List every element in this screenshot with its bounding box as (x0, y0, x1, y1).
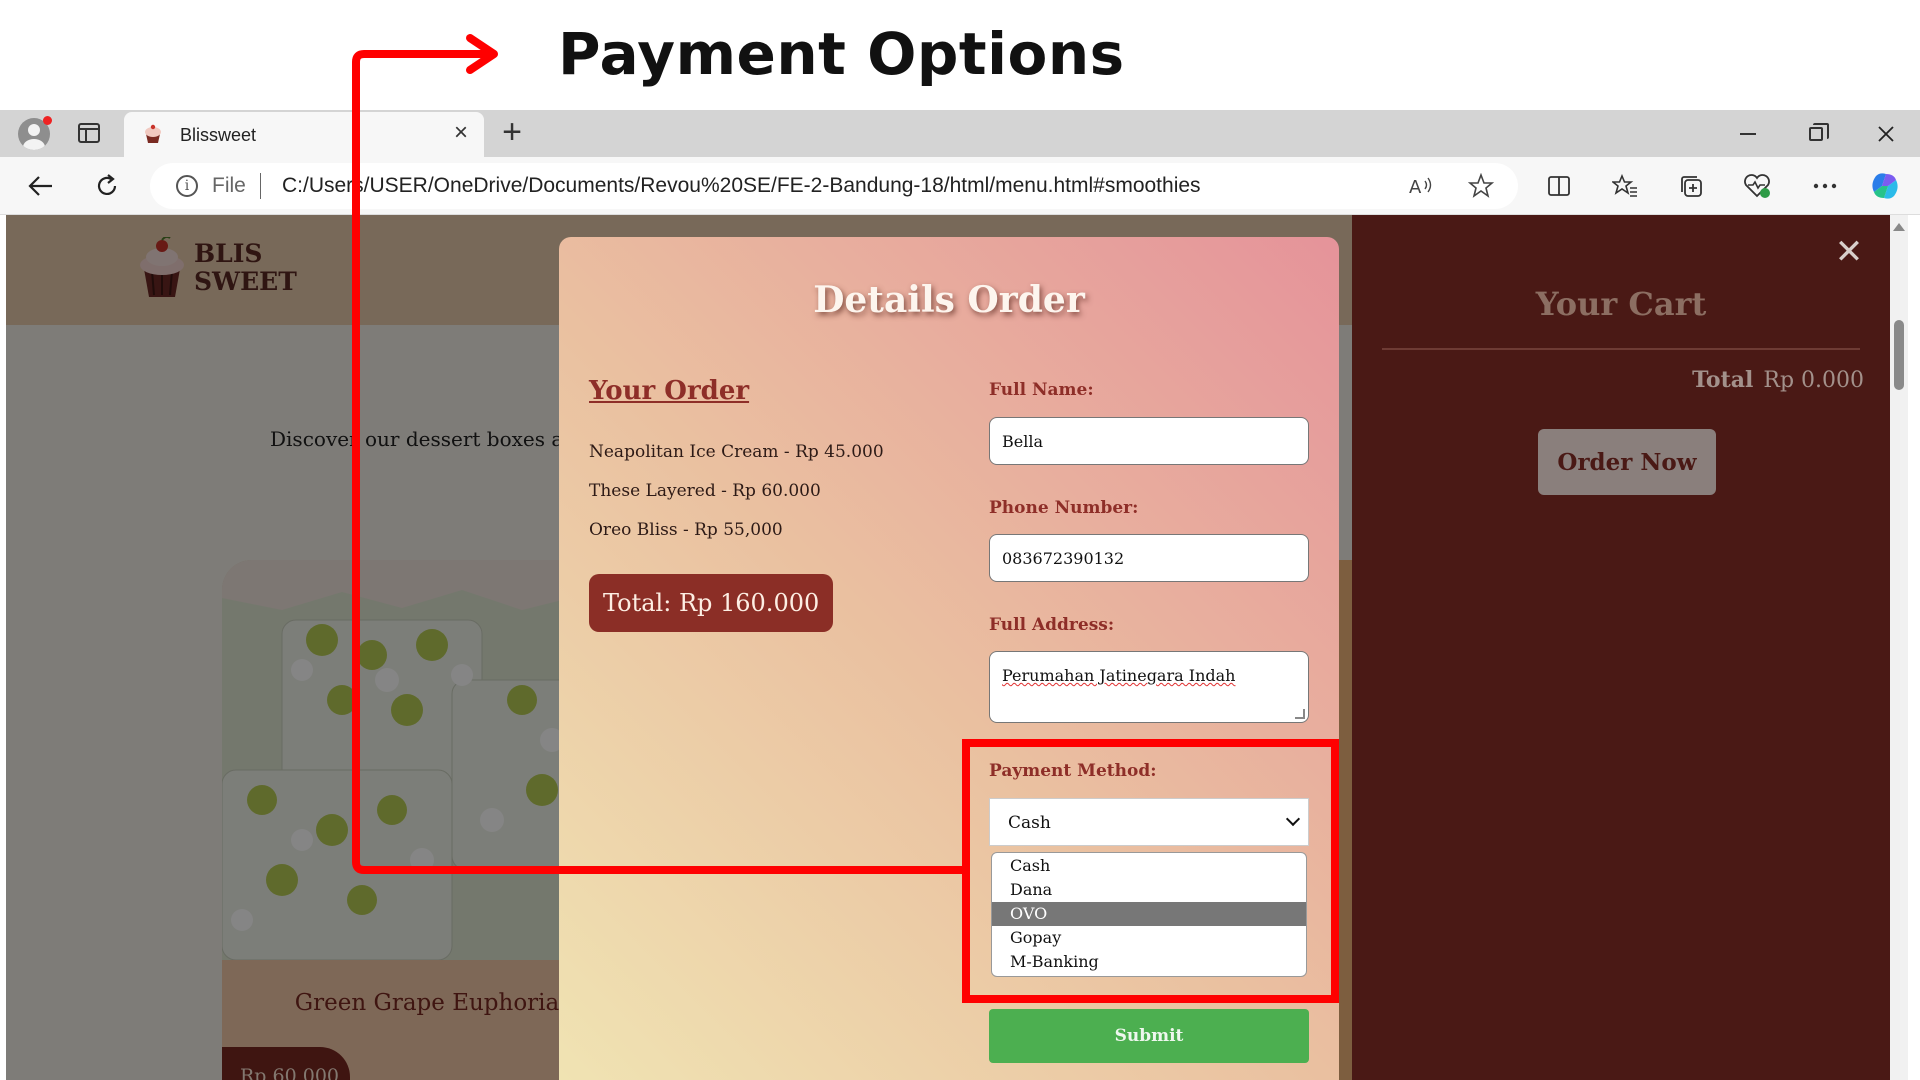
annotation-arrow (352, 34, 962, 874)
annotation-highlight-box (962, 739, 1339, 1003)
